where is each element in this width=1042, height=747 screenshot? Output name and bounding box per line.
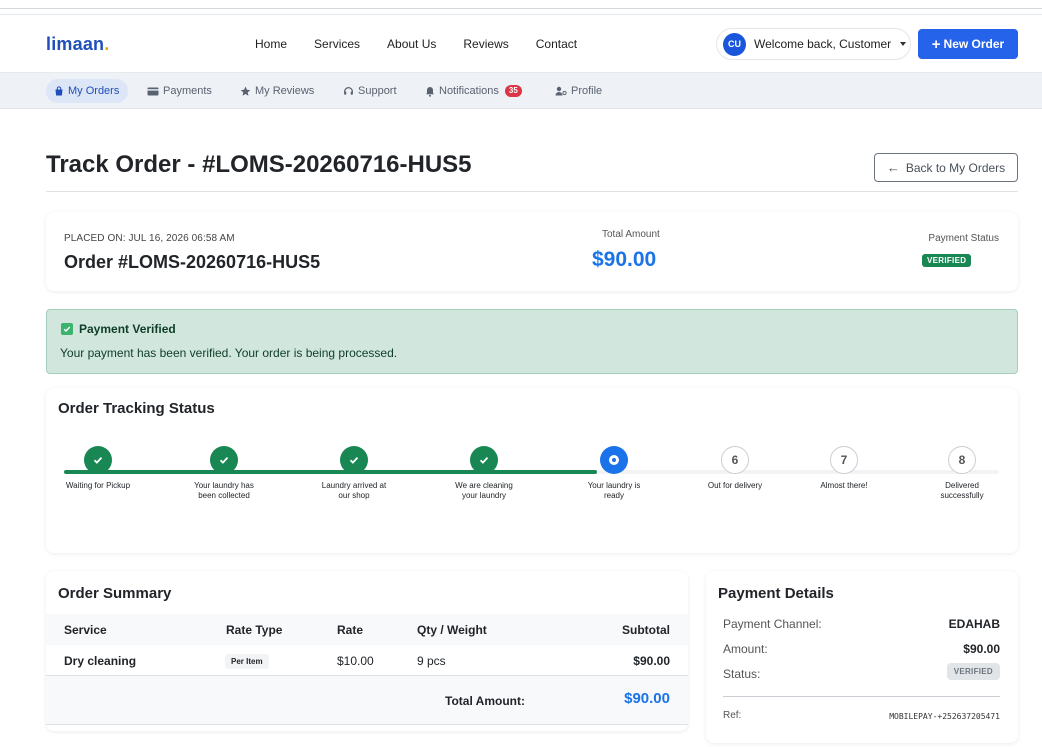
plus-icon: + [931,35,941,53]
tracking-step-label: Delivered successfully [940,481,984,500]
row-rate: $10.00 [337,654,374,668]
user-menu-dropdown[interactable]: CU Welcome back, Customer [716,28,911,60]
tracking-step: Your laundry is ready [564,446,664,501]
avatar: CU [723,32,746,56]
tracking-step-label: Out for delivery [707,481,763,490]
step-number: 8 [948,446,976,474]
payment-ref-label: Ref: [723,710,742,721]
tracking-step: 6 Out for delivery [685,446,785,491]
alert-message: Your payment has been verified. Your ord… [60,346,398,360]
payment-status-label-2: Status: [723,667,761,681]
col-service: Service [64,623,107,637]
new-order-button[interactable]: + New Order [918,29,1018,59]
summary-table-footer: Total Amount: $90.00 [46,676,688,725]
page-title: Track Order - #LOMS-20260716-HUS5 [46,151,472,178]
payment-status-label: Payment Status [928,233,999,244]
payment-status-pill: VERIFIED [946,663,1000,680]
payment-amount-value: $90.00 [963,642,1000,656]
summary-title: Order Summary [58,585,172,602]
order-tracking-card: Order Tracking Status Waiting for Pickup… [46,388,1018,553]
current-step-icon [600,446,628,474]
tracking-step: Your laundry has been collected [174,446,274,501]
step-number: 7 [830,446,858,474]
payment-verified-alert: Payment Verified Your payment has been v… [46,309,1018,374]
check-icon [210,446,238,474]
tracking-step: 8 Delivered successfully [912,446,1012,501]
table-row: Dry cleaning Per Item $10.00 9 pcs $90.0… [46,645,688,676]
payment-details-card: Payment Details Payment Channel: EDAHAB … [706,571,1018,743]
tracking-step-label: Waiting for Pickup [65,481,131,490]
check-icon [84,446,112,474]
row-service: Dry cleaning [64,654,137,668]
credit-card-icon [147,87,159,95]
order-header-card: PLACED ON: JUL 16, 2026 06:58 AM Order #… [46,212,1018,291]
col-rate: Rate [337,623,364,637]
nav-about-link[interactable]: About Us [387,37,436,51]
total-amount-label: Total Amount [602,229,660,240]
bell-icon [426,86,434,97]
tracking-step: Waiting for Pickup [48,446,148,491]
account-subnav: My Orders Payments My Reviews Support No… [0,72,1042,109]
primary-nav: Home Services About Us Reviews Contact [255,37,604,51]
tracking-title: Order Tracking Status [58,400,215,417]
payment-ref-value: MOBILEPAY-+252637205471 [889,712,1000,721]
subnav-profile[interactable]: Profile [555,79,602,103]
user-cog-icon [555,86,567,96]
arrow-left-icon: ← [886,160,900,175]
tracking-step-label: Your laundry is ready [587,481,641,500]
nav-services-link[interactable]: Services [314,37,360,51]
summary-total-value: $90.00 [624,690,670,707]
order-summary-card: Order Summary Service Rate Type Rate Qty… [46,571,688,731]
nav-reviews-link[interactable]: Reviews [463,37,508,51]
placed-on-text: PLACED ON: JUL 16, 2026 06:58 AM [64,233,235,244]
step-number: 6 [721,446,749,474]
chevron-down-icon [900,42,907,46]
headset-icon [344,86,353,95]
shopping-bag-icon [55,86,63,96]
order-number: Order #LOMS-20260716-HUS5 [64,252,321,272]
payment-amount-label: Amount: [723,642,768,656]
tracking-step-label: Your laundry has been collected [194,481,254,500]
summary-total-label: Total Amount: [445,694,525,708]
subnav-my-orders[interactable]: My Orders [46,79,129,103]
top-divider [0,8,1042,9]
rate-type-badge: Per Item [225,654,269,669]
subnav-support[interactable]: Support [343,79,397,103]
title-divider [46,191,1018,192]
summary-table-header: Service Rate Type Rate Qty / Weight Subt… [46,614,688,645]
alert-title: Payment Verified [79,322,176,336]
tracking-step-label: We are cleaning your laundry [455,481,513,500]
col-qty: Qty / Weight [417,623,487,637]
nav-home-link[interactable]: Home [255,37,287,51]
tracking-step: We are cleaning your laundry [434,446,534,501]
total-amount-value: $90.00 [592,248,657,271]
subnav-payments[interactable]: Payments [147,79,212,103]
tracking-step-label: Laundry arrived at our shop [321,481,387,500]
tracking-step-label: Almost there! [820,481,868,490]
payment-channel-value: EDAHAB [948,617,1000,631]
subnav-my-reviews[interactable]: My Reviews [240,79,314,103]
brand-logo[interactable]: limaan. [46,34,109,55]
notifications-count-badge: 35 [504,85,522,97]
col-subtotal: Subtotal [622,623,670,637]
payment-divider [723,696,1000,697]
check-square-icon [61,323,73,335]
payment-status-badge: VERIFIED [922,254,972,267]
back-to-orders-button[interactable]: ← Back to My Orders [874,153,1018,182]
payment-channel-label: Payment Channel: [723,617,822,631]
col-rate-type: Rate Type [226,623,283,637]
row-qty: 9 pcs [417,654,446,668]
tracking-step: 7 Almost there! [794,446,894,491]
subnav-notifications[interactable]: Notifications 35 [425,79,522,103]
welcome-text: Welcome back, Customer [754,37,892,51]
check-icon [340,446,368,474]
main-navbar: limaan. Home Services About Us Reviews C… [0,14,1042,72]
tracking-step: Laundry arrived at our shop [304,446,404,501]
nav-contact-link[interactable]: Contact [536,37,577,51]
row-subtotal: $90.00 [633,654,670,668]
check-icon [470,446,498,474]
star-icon [240,86,251,96]
payment-details-title: Payment Details [718,585,834,602]
